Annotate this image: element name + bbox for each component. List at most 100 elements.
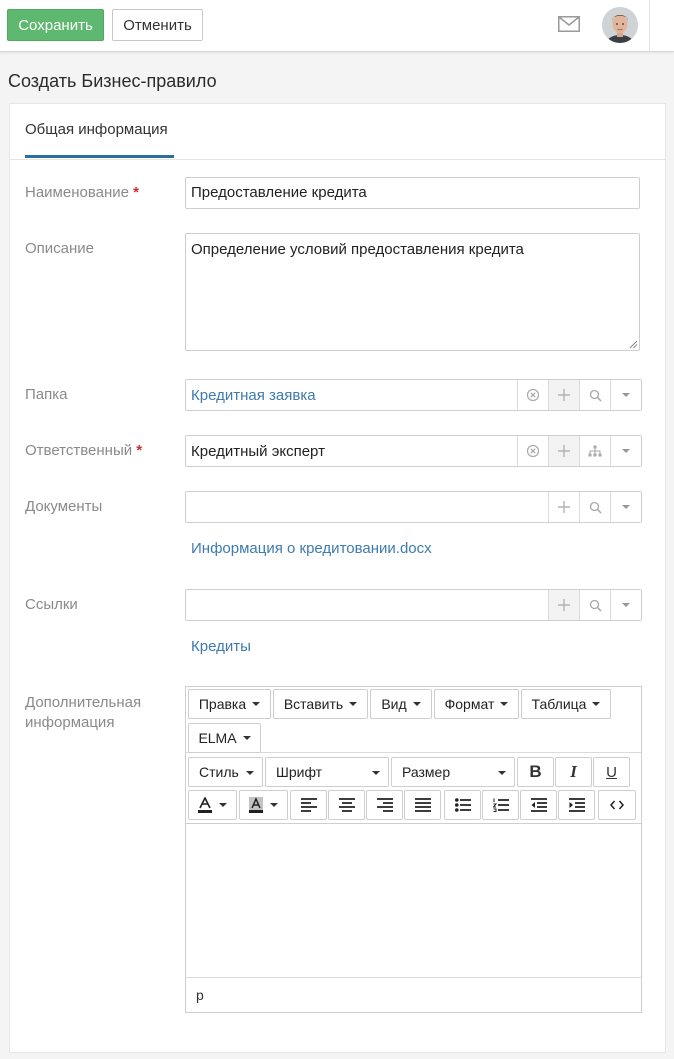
form-card: Общая информация Наименование * Предоста… [9,103,666,1053]
align-right-button[interactable] [366,790,403,820]
menu-view[interactable]: Вид [370,689,432,719]
rich-text-editor: Правка Вставить Вид Формат Таблица ELMA … [185,686,642,1013]
chevron-down-icon [622,393,630,397]
dropdown-button[interactable] [610,590,641,620]
align-left-button[interactable] [290,790,327,820]
bullet-list-button[interactable] [444,790,481,820]
italic-button[interactable]: I [555,757,592,787]
save-button[interactable]: Сохранить [7,9,104,41]
clear-button[interactable] [517,380,548,410]
style-select-label: Стиль [199,764,239,780]
responsible-select[interactable]: Кредитный эксперт [185,435,642,467]
align-right-icon [376,798,393,812]
indent-icon [568,798,585,812]
dropdown-button[interactable] [610,492,641,522]
editor-menubar: Правка Вставить Вид Формат Таблица ELMA [186,687,641,753]
required-mark: * [136,442,143,459]
align-justify-button[interactable] [404,790,441,820]
align-left-icon [300,798,317,812]
menu-format[interactable]: Формат [434,689,519,719]
clear-icon [526,444,540,458]
page-title: Создать Бизнес-правило [8,71,217,91]
search-button[interactable] [579,590,610,620]
plus-icon [558,389,570,401]
chevron-down-icon [592,702,601,706]
resize-grip-icon[interactable] [629,340,638,349]
chevron-down-icon [412,702,421,706]
folder-value[interactable]: Кредитная заявка [191,387,316,404]
org-structure-button[interactable] [579,436,610,466]
background-color-button[interactable] [239,790,288,820]
menu-edit[interactable]: Правка [188,689,271,719]
align-justify-icon [414,798,431,812]
dropdown-button[interactable] [610,436,641,466]
chevron-down-icon [242,736,251,740]
responsible-label: Ответственный * [25,441,142,461]
name-input[interactable]: Предоставление кредита [185,177,640,209]
chevron-down-icon [622,449,630,453]
toolbar-divider [649,0,650,52]
name-label-text: Наименование [25,184,129,201]
search-button[interactable] [579,492,610,522]
element-path[interactable]: p [196,987,204,1003]
tab-divider [10,159,665,160]
add-button[interactable] [548,492,579,522]
name-label: Наименование * [25,183,139,203]
documents-select[interactable] [185,491,642,523]
menu-elma[interactable]: ELMA [188,723,261,753]
editor-content-area[interactable] [186,825,641,977]
menu-label: Формат [444,696,495,712]
indent-button[interactable] [558,790,595,820]
text-color-button[interactable] [188,790,237,820]
cancel-button[interactable]: Отменить [112,9,203,41]
numbered-list-icon [492,798,509,812]
italic-icon: I [570,762,577,781]
chevron-down-icon [500,702,509,706]
menu-label: Таблица [531,696,587,712]
chevron-down-icon [372,771,380,775]
document-link[interactable]: Информация о кредитовании.docx [191,540,432,557]
search-button[interactable] [579,380,610,410]
documents-label: Документы [25,498,103,515]
menu-table[interactable]: Таблица [521,689,611,719]
avatar-icon [602,7,638,43]
source-code-button[interactable] [598,790,636,820]
tab-general-info[interactable]: Общая информация [25,121,168,138]
background-color-icon [249,797,263,813]
add-button[interactable] [548,436,579,466]
underline-button[interactable]: U [593,757,630,787]
links-select[interactable] [185,589,642,621]
add-button[interactable] [548,380,579,410]
mail-icon[interactable] [558,16,580,32]
chevron-down-icon [622,505,630,509]
editor-toolbar: Стиль Шрифт Размер B I U [186,755,641,824]
bullet-list-icon [454,798,471,812]
menu-label: Вставить [283,696,344,712]
folder-select[interactable]: Кредитная заявка [185,379,642,411]
link-item[interactable]: Кредиты [191,638,251,655]
add-button[interactable] [548,590,579,620]
outdent-button[interactable] [520,790,557,820]
style-select[interactable]: Стиль [188,757,263,787]
align-center-button[interactable] [328,790,365,820]
additional-info-label-line1: Дополнительная [25,694,142,711]
font-select[interactable]: Шрифт [265,757,389,787]
dropdown-button[interactable] [610,380,641,410]
additional-info-label-line2: информация [25,714,115,731]
size-select-label: Размер [402,764,451,780]
outdent-icon [530,798,547,812]
font-select-label: Шрифт [276,764,323,780]
numbered-list-button[interactable] [482,790,519,820]
bold-button[interactable]: B [517,757,554,787]
clear-icon [526,388,540,402]
size-select[interactable]: Размер [391,757,515,787]
active-tab-indicator [25,155,174,158]
menu-label: Вид [381,696,407,712]
description-textarea[interactable]: Определение условий предоставления креди… [185,233,640,351]
user-avatar[interactable] [602,7,638,43]
menu-insert[interactable]: Вставить [273,689,368,719]
folder-label: Папка [25,386,68,403]
bold-icon: B [529,762,542,781]
responsible-value: Кредитный эксперт [191,443,325,460]
clear-button[interactable] [517,436,548,466]
